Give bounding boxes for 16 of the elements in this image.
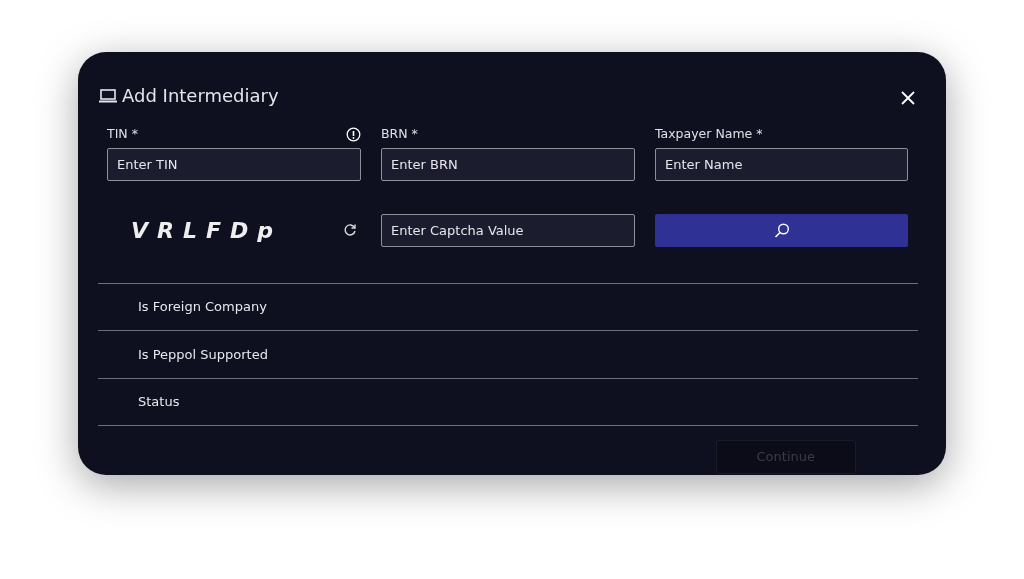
laptop-icon bbox=[98, 87, 118, 104]
detail-label: Is Foreign Company bbox=[138, 298, 267, 317]
field-label: BRN * bbox=[381, 125, 418, 143]
detail-label: Status bbox=[138, 393, 180, 412]
text-field[interactable]: Enter Name bbox=[655, 147, 908, 181]
field-label: Taxpayer Name * bbox=[655, 125, 763, 143]
refresh-icon[interactable] bbox=[343, 223, 357, 238]
dialog-title: Add Intermediary bbox=[122, 84, 279, 108]
field-label: TIN * bbox=[107, 125, 138, 143]
text-field[interactable]: Enter TIN bbox=[107, 147, 361, 181]
detail-label: Is Peppol Supported bbox=[138, 345, 268, 364]
search-icon bbox=[772, 221, 791, 240]
captcha-text: VRLFDp bbox=[131, 216, 283, 245]
captcha-field[interactable]: Enter Captcha Value bbox=[381, 213, 635, 247]
info-icon[interactable] bbox=[346, 126, 361, 142]
text-field[interactable]: Enter BRN bbox=[381, 147, 635, 181]
